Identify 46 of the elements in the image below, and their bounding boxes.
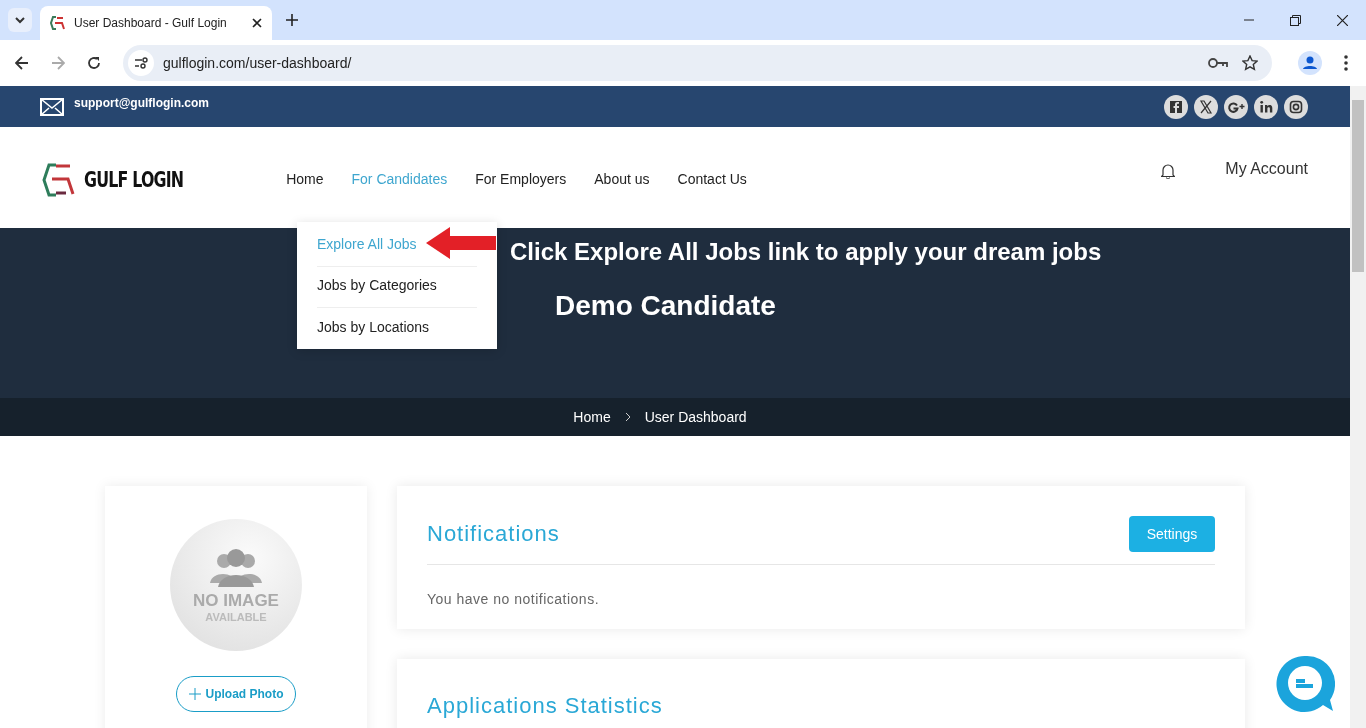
google-plus-icon[interactable] <box>1224 94 1248 119</box>
breadcrumb-item: User Dashboard <box>644 409 747 425</box>
tab-list-button[interactable] <box>8 8 32 32</box>
reload-icon[interactable] <box>87 56 101 70</box>
profile-icon[interactable] <box>1298 51 1322 75</box>
url-text: gulflogin.com/user-dashboard/ <box>163 55 352 71</box>
address-bar[interactable]: gulflogin.com/user-dashboard/ <box>123 45 1272 81</box>
back-icon[interactable] <box>15 56 29 70</box>
placeholder-text: NO IMAGE <box>193 591 279 611</box>
plus-icon <box>188 688 201 700</box>
empty-message: You have no notifications. <box>427 591 601 607</box>
menu-icon[interactable] <box>1344 55 1348 71</box>
restore-icon[interactable] <box>1290 14 1301 26</box>
site-logo[interactable]: GULF LOGIN <box>42 161 209 198</box>
logo-text: GULF LOGIN <box>84 167 184 192</box>
page-title: Demo Candidate <box>555 290 777 322</box>
tab-title: User Dashboard - Gulf Login <box>74 16 228 30</box>
caret-icon <box>14 14 26 26</box>
my-account-link[interactable]: My Account <box>1225 159 1308 178</box>
instagram-icon[interactable] <box>1284 94 1308 119</box>
x-icon[interactable] <box>1194 94 1218 119</box>
mail-icon <box>40 97 64 116</box>
close-icon[interactable] <box>1337 14 1348 26</box>
support-email[interactable]: support@gulflogin.com <box>74 95 210 110</box>
menu-item[interactable]: Jobs by Locations <box>317 318 430 335</box>
nav-link[interactable]: Contact Us <box>677 128 747 229</box>
card-title: Applications Statistics <box>427 693 663 718</box>
star-icon[interactable] <box>1242 55 1258 71</box>
annotation-text: Click Explore All Jobs link to apply your dream jobs <box>510 238 1103 266</box>
facebook-icon[interactable] <box>1164 94 1188 119</box>
new-tab-icon[interactable] <box>286 14 298 26</box>
linkedin-icon[interactable] <box>1254 94 1278 119</box>
bell-icon[interactable] <box>1161 162 1176 179</box>
key-icon[interactable] <box>1208 57 1228 69</box>
close-icon[interactable] <box>252 18 262 28</box>
nav-link[interactable]: About us <box>594 128 650 229</box>
browser-tab[interactable]: User Dashboard - Gulf Login <box>40 6 272 40</box>
chat-icon[interactable] <box>1275 654 1335 714</box>
logo-icon <box>50 15 66 31</box>
chevron-icon <box>624 412 631 422</box>
menu-item[interactable]: Jobs by Categories <box>317 277 437 293</box>
nav-link[interactable]: For Employers <box>475 128 567 229</box>
card-title: Notifications <box>427 521 560 547</box>
scrollbar[interactable] <box>1350 86 1366 728</box>
site-settings-icon[interactable] <box>128 50 154 76</box>
breadcrumb-item[interactable]: Home <box>573 409 611 425</box>
